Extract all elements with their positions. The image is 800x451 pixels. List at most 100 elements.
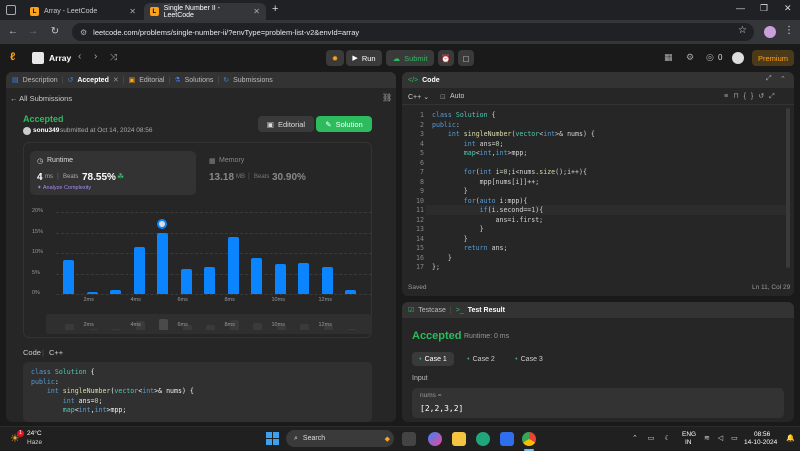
code-line[interactable]: for(auto i:mpp){ <box>432 197 595 207</box>
case-1-tab[interactable]: • Case 1 <box>412 352 454 366</box>
code-line[interactable]: public: <box>432 121 595 131</box>
code-line[interactable]: ans=i.first; <box>432 216 595 226</box>
fullscreen-icon[interactable]: ⤢ <box>769 93 780 100</box>
language-select[interactable]: C++ ⌄ <box>408 93 429 101</box>
premium-button[interactable]: Premium <box>752 50 794 66</box>
histogram-bar[interactable] <box>227 236 239 294</box>
braces-icon[interactable]: {} <box>744 93 759 100</box>
histogram-bar[interactable] <box>133 246 145 294</box>
tray-icons[interactable]: ⌃ ▭ ☾ <box>632 434 675 442</box>
notes-icon[interactable]: ▢ <box>458 50 474 66</box>
notifications-icon[interactable]: 🔔 <box>786 434 795 442</box>
browser-menu-icon[interactable]: ⋮ <box>784 25 794 36</box>
maximize-icon[interactable]: ❐ <box>760 3 768 14</box>
histogram-bar[interactable] <box>204 266 215 294</box>
taskbar-search-box[interactable]: ⌕ Search ◆ <box>286 430 394 447</box>
timer-icon[interactable]: ⏰ <box>438 50 454 66</box>
code-line[interactable]: int singleNumber(vector<int>& nums) { <box>432 130 595 140</box>
collapse-icon[interactable]: ⌃ <box>780 75 786 83</box>
leetcode-logo-icon[interactable]: ℓ <box>10 51 22 64</box>
tab-search-icon[interactable] <box>6 5 16 15</box>
browser-tab-array[interactable]: L Array - LeetCode ✕ <box>24 3 142 20</box>
histogram-bar[interactable] <box>298 263 309 294</box>
histogram-bar[interactable] <box>321 266 333 294</box>
code-line: public: <box>31 377 59 386</box>
code-line[interactable]: int ans=0; <box>432 140 595 150</box>
code-line[interactable]: map<int,int>mpp; <box>432 149 595 159</box>
settings-gear-icon[interactable]: ⚙ <box>686 52 694 63</box>
shuffle-icon[interactable]: ⤨ <box>110 52 117 63</box>
code-line[interactable]: } <box>432 187 595 197</box>
prev-problem-icon[interactable]: ‹ <box>78 51 81 62</box>
line-number: 11 <box>416 206 424 214</box>
site-info-icon[interactable]: ⚙ <box>80 28 87 37</box>
reset-icon[interactable]: ↺ <box>758 93 769 100</box>
histogram-bar[interactable] <box>86 291 98 294</box>
overview-tick-label: 2ms <box>83 322 94 328</box>
case-2-tab[interactable]: • Case 2 <box>460 352 502 366</box>
your-submission-marker[interactable] <box>157 218 167 229</box>
back-icon[interactable]: ← <box>4 26 22 37</box>
reload-icon[interactable]: ↻ <box>46 26 64 37</box>
code-line[interactable]: } <box>432 225 595 235</box>
close-window-icon[interactable]: ✕ <box>784 3 792 14</box>
edge-icon[interactable] <box>476 432 490 446</box>
code-editor[interactable]: class Solution {public: int singleNumber… <box>432 111 595 273</box>
expand-icon[interactable]: ⤢ <box>766 75 772 83</box>
histogram-bar[interactable] <box>180 268 192 294</box>
case-3-tab[interactable]: • Case 3 <box>508 352 550 366</box>
code-line[interactable] <box>432 159 595 169</box>
debug-button[interactable]: ✹ <box>326 50 344 66</box>
clock-time[interactable]: 08:56 <box>754 431 770 438</box>
histogram-bar[interactable] <box>63 259 74 294</box>
task-view-icon[interactable] <box>402 432 416 446</box>
run-button[interactable]: ▶ Run <box>346 50 382 66</box>
url-field[interactable]: ⚙ leetcode.com/problems/single-number-ii… <box>72 23 754 41</box>
code-line[interactable]: } <box>432 254 595 264</box>
code-line[interactable]: class Solution { <box>432 111 595 121</box>
clock-date[interactable]: 14-10-2024 <box>744 439 777 446</box>
problem-list-icon[interactable] <box>32 52 44 64</box>
code-line[interactable]: if(i.second==1){ <box>432 206 595 216</box>
lang-secondary[interactable]: IN <box>685 439 692 446</box>
tab-test-result[interactable]: Test Result <box>468 307 505 314</box>
user-avatar[interactable] <box>732 52 744 64</box>
input-box: nums = [2,2,3,2] <box>412 388 784 418</box>
close-icon[interactable]: ✕ <box>129 7 136 16</box>
histogram-bar[interactable] <box>110 290 121 294</box>
code-line[interactable]: return ans; <box>432 244 595 254</box>
minimize-icon[interactable]: — <box>736 3 745 13</box>
submit-button[interactable]: ☁ Submit <box>386 50 434 66</box>
coins-icon[interactable]: ◎ <box>706 52 714 63</box>
code-line[interactable]: for(int i=0;i<nums.size();i++){ <box>432 168 595 178</box>
close-icon[interactable]: ✕ <box>253 7 260 16</box>
tab-testcase[interactable]: Testcase <box>418 307 446 314</box>
code-line[interactable]: }; <box>432 263 595 273</box>
autocomplete-mode[interactable]: Auto <box>450 93 464 100</box>
code-line: class Solution { <box>31 368 95 376</box>
store-icon[interactable] <box>500 432 514 446</box>
profile-avatar[interactable] <box>764 26 776 38</box>
lang-primary[interactable]: ENG <box>682 431 696 438</box>
next-problem-icon[interactable]: › <box>94 51 97 62</box>
code-line[interactable]: mpp[nums[i]]++; <box>432 178 595 188</box>
histogram-bar[interactable] <box>157 232 168 294</box>
copilot-icon[interactable] <box>428 432 442 446</box>
format-icon[interactable]: ≡ <box>724 93 733 100</box>
editor-scrollbar[interactable] <box>786 108 790 268</box>
histogram-bar[interactable] <box>274 264 286 294</box>
layout-icon[interactable]: ▦ <box>664 52 673 63</box>
bookmark-star-icon[interactable]: ☆ <box>738 25 747 36</box>
network-sound-battery-icons[interactable]: ≋ ◁ ▭ <box>704 434 741 442</box>
histogram-bar[interactable] <box>345 289 356 294</box>
chrome-icon[interactable] <box>522 432 536 446</box>
forward-icon[interactable]: → <box>24 26 42 37</box>
code-line[interactable]: } <box>432 235 595 245</box>
file-explorer-icon[interactable] <box>452 432 466 446</box>
problem-list-title[interactable]: Array <box>49 53 71 63</box>
start-windows-icon[interactable] <box>266 432 279 445</box>
new-tab-button[interactable]: + <box>272 3 278 15</box>
bookmark-icon[interactable]: ⊓ <box>733 93 743 100</box>
histogram-bar[interactable] <box>251 258 262 294</box>
browser-tab-single-number[interactable]: L Single Number II - LeetCode ✕ <box>144 3 266 20</box>
